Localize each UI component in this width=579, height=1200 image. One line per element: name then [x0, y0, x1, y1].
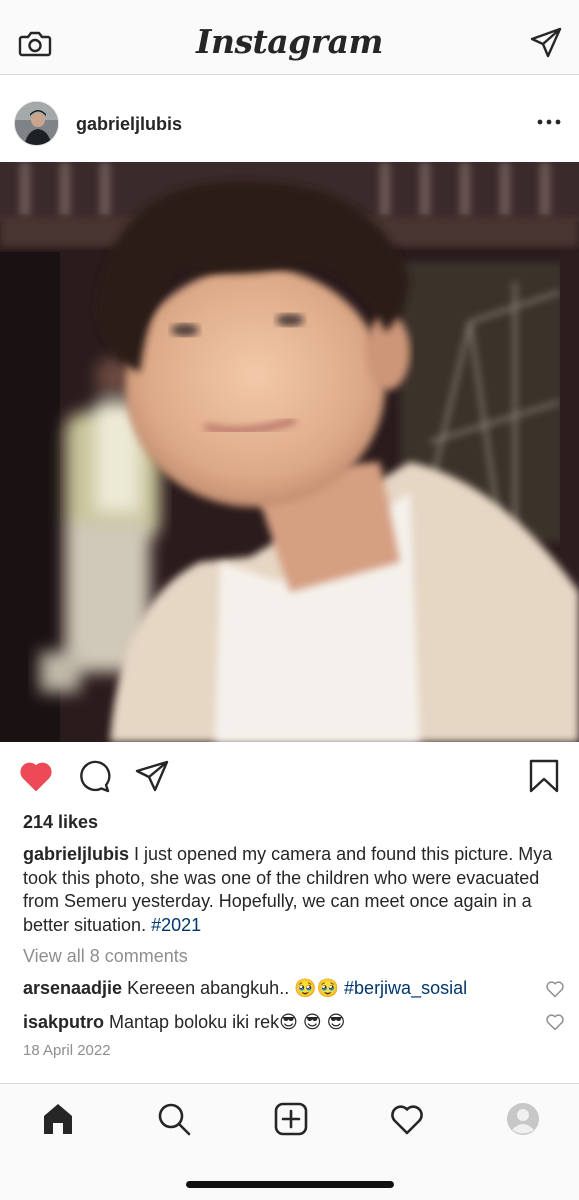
comment-like-heart-icon[interactable]	[545, 1012, 565, 1032]
comment-text: Mantap boloku iki rek	[104, 1012, 280, 1032]
caption-username[interactable]: gabrieljlubis	[23, 844, 129, 864]
likes-count[interactable]: 214 likes	[23, 812, 98, 833]
comment-like-heart-icon[interactable]	[545, 979, 565, 999]
comment-text: Kereeen abangkuh..	[122, 978, 295, 998]
home-icon[interactable]	[40, 1101, 76, 1137]
post-caption: gabrieljlubis I just opened my camera an…	[23, 843, 563, 937]
bookmark-icon[interactable]	[526, 758, 562, 794]
direct-message-icon[interactable]	[529, 26, 563, 60]
new-post-icon[interactable]	[273, 1101, 309, 1137]
comment-emojis: 🥹🥹	[294, 978, 340, 998]
post-photo[interactable]	[0, 162, 579, 742]
comment-item: arsenaadjie Kereeen abangkuh.. 🥹🥹 #berji…	[23, 978, 533, 999]
post-username[interactable]: gabrieljlubis	[76, 114, 182, 135]
more-options-icon[interactable]	[535, 112, 563, 132]
post-date: 18 April 2022	[23, 1042, 111, 1059]
instagram-logo: Instagram	[196, 22, 383, 61]
activity-heart-icon[interactable]	[389, 1101, 425, 1137]
comment-icon[interactable]	[76, 758, 112, 794]
home-indicator	[186, 1181, 394, 1188]
post-header: gabrieljlubis	[0, 76, 579, 162]
user-avatar[interactable]	[14, 101, 59, 146]
like-heart-icon[interactable]	[18, 758, 54, 794]
share-icon[interactable]	[134, 758, 170, 794]
comment-username[interactable]: arsenaadjie	[23, 978, 122, 998]
top-bar: Instagram	[0, 0, 579, 75]
post-actions	[0, 742, 579, 810]
caption-hashtag[interactable]: #2021	[151, 915, 201, 935]
comment-item: isakputro Mantap boloku iki rek😎 😎 😎	[23, 1012, 533, 1033]
search-icon[interactable]	[156, 1101, 192, 1137]
comment-username[interactable]: isakputro	[23, 1012, 104, 1032]
view-all-comments-link[interactable]: View all 8 comments	[23, 946, 188, 967]
comment-hashtag[interactable]: #berjiwa_sosial	[339, 978, 467, 998]
comment-emojis: 😎 😎 😎	[279, 1012, 346, 1032]
profile-avatar-icon[interactable]	[505, 1101, 541, 1137]
